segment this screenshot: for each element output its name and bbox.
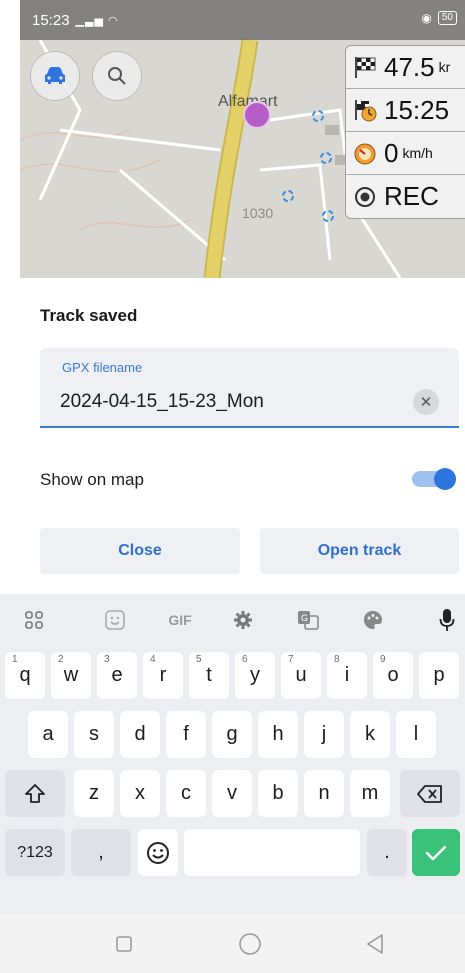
key-f[interactable]: f (166, 711, 206, 758)
battery-level: 50 (437, 11, 457, 25)
key-u[interactable]: 7u (281, 652, 321, 699)
distance-unit: kr (438, 59, 451, 75)
key-t[interactable]: 5t (189, 652, 229, 699)
show-on-map-row[interactable]: Show on map (40, 462, 459, 498)
key-d[interactable]: d (120, 711, 160, 758)
done-key[interactable] (412, 829, 460, 876)
map-info-widgets: 47.5 kr 15:25 0 km/h REC (345, 45, 465, 219)
sticker-icon[interactable] (100, 607, 130, 633)
status-bar: 15:23 ▁▃▅ ◠ ◉ 50 (20, 0, 465, 40)
checkered-flag-icon (352, 54, 378, 80)
map-view[interactable]: 15:23 ▁▃▅ ◠ ◉ 50 Alfamart 1030 47.5 kr 1… (20, 0, 465, 278)
back-button[interactable] (362, 931, 388, 957)
recents-button[interactable] (111, 931, 137, 957)
arrival-time-widget[interactable]: 15:25 (346, 89, 465, 132)
key-v[interactable]: v (212, 770, 252, 817)
signal-icon: ▁▃▅ ◠ (75, 14, 119, 27)
back-triangle-icon (367, 934, 383, 954)
elevation-label: 1030 (242, 205, 274, 221)
show-on-map-toggle[interactable] (412, 468, 456, 490)
key-q[interactable]: 1q (5, 652, 45, 699)
period-key[interactable]: . (367, 829, 407, 876)
shop-poi-icon[interactable] (243, 101, 271, 129)
circle-icon (239, 933, 261, 955)
key-o[interactable]: 9o (373, 652, 413, 699)
apps-grid-icon[interactable] (19, 607, 49, 633)
settings-gear-icon[interactable] (228, 607, 258, 633)
backspace-key[interactable] (400, 770, 460, 817)
distance-value: 47.5 (384, 51, 435, 82)
key-h[interactable]: h (258, 711, 298, 758)
close-button[interactable]: Close (40, 528, 240, 574)
key-n[interactable]: n (304, 770, 344, 817)
car-icon (45, 67, 65, 84)
speed-widget[interactable]: 0 km/h (346, 132, 465, 175)
distance-widget[interactable]: 47.5 kr (346, 46, 465, 89)
record-icon (352, 184, 378, 210)
gpx-filename-label: GPX filename (62, 360, 143, 375)
gpx-filename-input[interactable]: 2024-04-15_15-23_Mon (60, 391, 264, 413)
comma-key[interactable]: , (71, 829, 131, 876)
translate-icon[interactable]: G (293, 607, 323, 633)
status-time: 15:23 (32, 11, 70, 29)
space-key[interactable] (184, 829, 360, 876)
recording-widget[interactable]: REC (346, 175, 465, 218)
key-c[interactable]: c (166, 770, 206, 817)
key-r[interactable]: 4r (143, 652, 183, 699)
svg-text:G: G (301, 613, 308, 623)
square-icon (116, 936, 132, 952)
key-s[interactable]: s (74, 711, 114, 758)
navigation-mode-button[interactable] (30, 51, 80, 101)
shift-key[interactable] (5, 770, 65, 817)
key-z[interactable]: z (74, 770, 114, 817)
speedometer-icon (352, 140, 378, 166)
symbols-key[interactable]: ?123 (5, 829, 65, 876)
key-e[interactable]: 3e (97, 652, 137, 699)
speed-unit: km/h (402, 145, 433, 161)
backspace-icon (417, 784, 442, 803)
shift-icon (25, 783, 45, 803)
map-search-button[interactable] (92, 51, 142, 101)
key-b[interactable]: b (258, 770, 298, 817)
emoji-icon (147, 841, 169, 864)
key-m[interactable]: m (350, 770, 390, 817)
location-icon: ◉ (421, 11, 432, 25)
microphone-icon[interactable] (432, 607, 462, 633)
recording-label: REC (384, 181, 439, 211)
arrival-clock-icon (352, 97, 378, 123)
toggle-knob (434, 468, 456, 490)
key-x[interactable]: x (120, 770, 160, 817)
gif-button[interactable]: GIF (165, 607, 195, 633)
keyboard: GIF G 1 q 2 w 3 e 4 r 5 t 6 y 7 u 8 i 9 … (0, 594, 465, 914)
system-nav-bar (0, 914, 465, 973)
key-j[interactable]: j (304, 711, 344, 758)
theme-palette-icon[interactable] (358, 607, 388, 633)
arrival-time-value: 15:25 (384, 94, 450, 125)
search-icon (108, 67, 126, 85)
key-y[interactable]: 6y (235, 652, 275, 699)
home-button[interactable] (237, 931, 263, 957)
key-k[interactable]: k (350, 711, 390, 758)
key-i[interactable]: 8i (327, 652, 367, 699)
key-p[interactable]: p (419, 652, 459, 699)
checkmark-icon (425, 845, 447, 860)
key-a[interactable]: a (28, 711, 68, 758)
key-l[interactable]: l (396, 711, 436, 758)
dialog-title: Track saved (40, 306, 138, 325)
speed-value: 0 (384, 137, 399, 168)
key-g[interactable]: g (212, 711, 252, 758)
keyboard-toolbar: GIF G (0, 594, 465, 646)
show-on-map-label: Show on map (40, 470, 144, 489)
open-track-button[interactable]: Open track (260, 528, 459, 574)
key-w[interactable]: 2w (51, 652, 91, 699)
gpx-filename-field[interactable]: GPX filename 2024-04-15_15-23_Mon ✕ (40, 348, 459, 428)
emoji-key[interactable] (138, 829, 178, 876)
clear-icon[interactable]: ✕ (413, 389, 439, 415)
